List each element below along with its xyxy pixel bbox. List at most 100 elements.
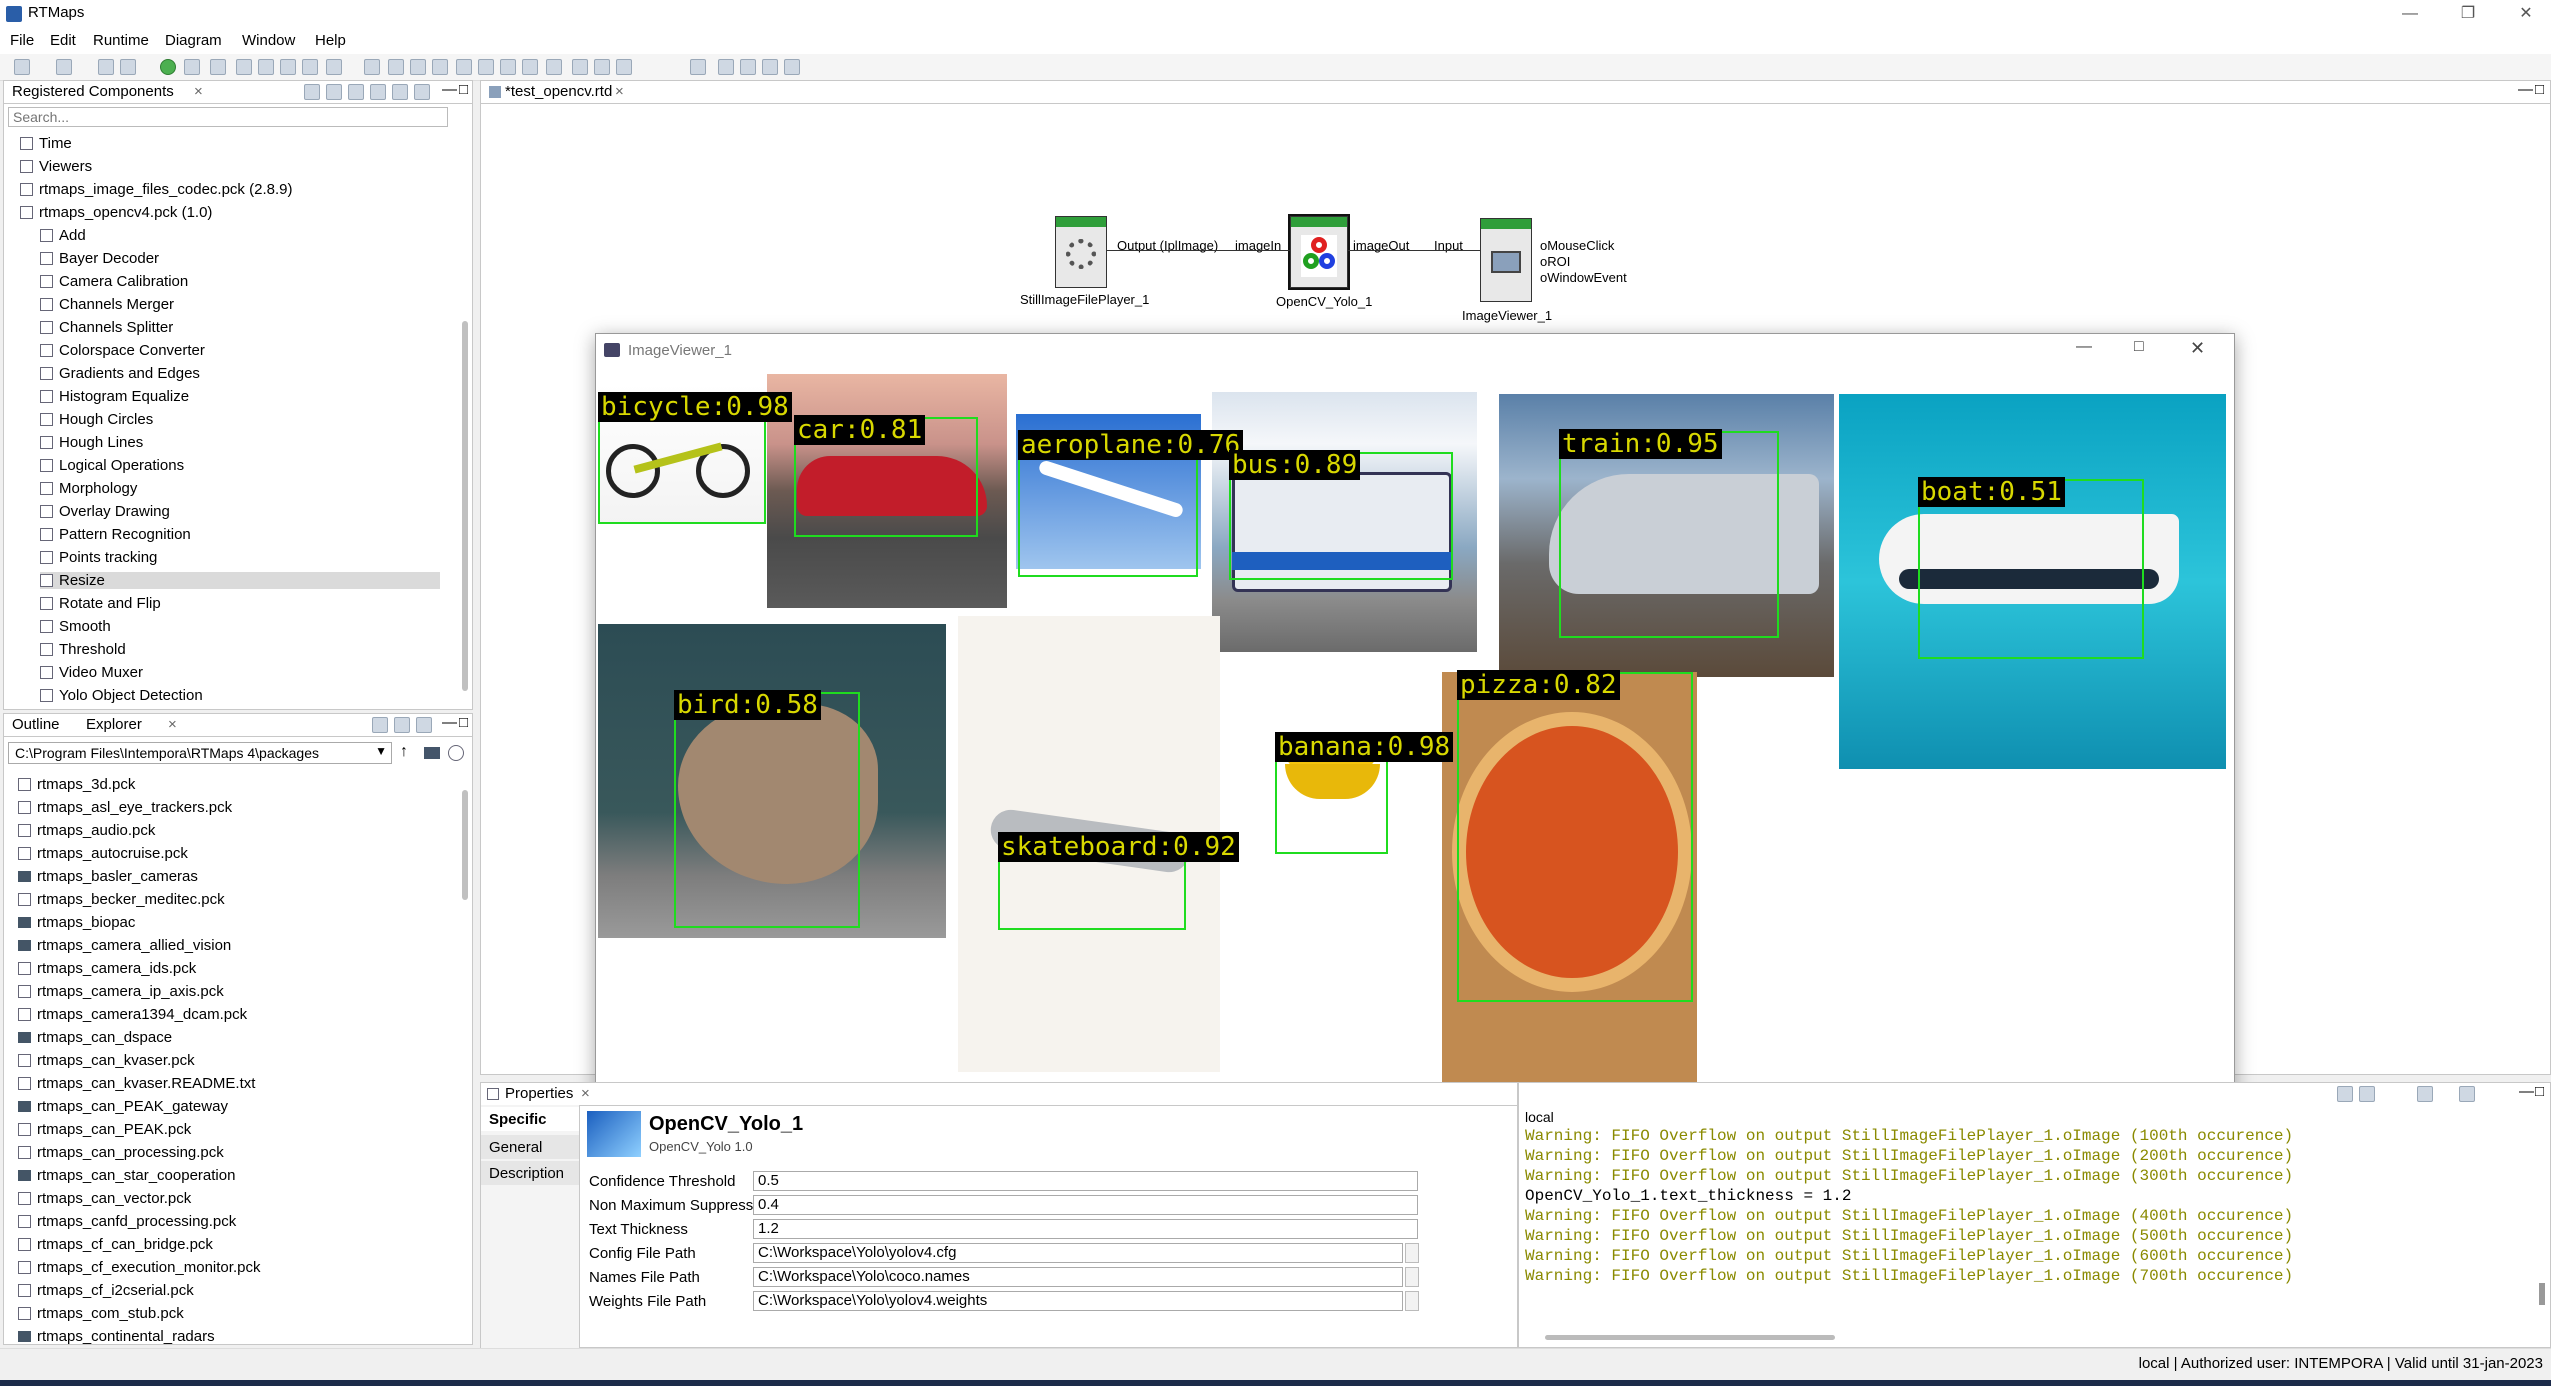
file-item[interactable]: rtmaps_cf_can_bridge.pck bbox=[18, 1236, 213, 1253]
maximize-panel-icon[interactable]: □ bbox=[459, 81, 468, 98]
display-icon[interactable] bbox=[478, 59, 494, 75]
file-item[interactable]: rtmaps_asl_eye_trackers.pck bbox=[18, 799, 232, 816]
scroll-lock-icon[interactable] bbox=[2359, 1086, 2375, 1102]
zoom-in-icon[interactable] bbox=[594, 59, 610, 75]
close-tab-icon[interactable]: × bbox=[615, 83, 624, 100]
viewer-output-windowevent[interactable]: oWindowEvent bbox=[1540, 270, 1627, 285]
component-item[interactable]: Hough Lines bbox=[40, 434, 143, 451]
select-icon[interactable] bbox=[388, 59, 404, 75]
file-item[interactable]: rtmaps_becker_meditec.pck bbox=[18, 891, 225, 908]
settings-icon[interactable] bbox=[414, 84, 430, 100]
file-item[interactable]: rtmaps_can_PEAK_gateway bbox=[18, 1098, 228, 1115]
component-item[interactable]: Rotate and Flip bbox=[40, 595, 161, 612]
run-icon[interactable] bbox=[160, 59, 176, 75]
dropdown-icon[interactable] bbox=[690, 59, 706, 75]
sort-icon[interactable] bbox=[304, 84, 320, 100]
connection-line[interactable] bbox=[1107, 250, 1290, 251]
menu-runtime[interactable]: Runtime bbox=[93, 32, 149, 49]
still-image-player-node[interactable] bbox=[1055, 216, 1107, 288]
file-item[interactable]: rtmaps_basler_cameras bbox=[18, 868, 198, 885]
paste-icon[interactable] bbox=[740, 59, 756, 75]
component-item[interactable]: Channels Merger bbox=[40, 296, 174, 313]
back-icon[interactable] bbox=[236, 59, 252, 75]
filter-icon[interactable] bbox=[326, 84, 342, 100]
search-input[interactable] bbox=[8, 107, 448, 127]
minimize-panel-icon[interactable]: — bbox=[442, 81, 457, 98]
maximize-panel-icon[interactable]: □ bbox=[2535, 1083, 2544, 1100]
rewind-icon[interactable] bbox=[184, 59, 200, 75]
file-item[interactable]: rtmaps_3d.pck bbox=[18, 776, 135, 793]
browse-button[interactable] bbox=[1405, 1291, 1419, 1311]
component-item[interactable]: Smooth bbox=[40, 618, 111, 635]
maximize-panel-icon[interactable]: □ bbox=[2535, 81, 2544, 98]
component-item[interactable]: Points tracking bbox=[40, 549, 157, 566]
tab-general[interactable]: General bbox=[481, 1135, 579, 1159]
property-value-field[interactable]: C:\Workspace\Yolo\yolov4.weights bbox=[753, 1291, 1403, 1311]
file-item[interactable]: rtmaps_camera_ids.pck bbox=[18, 960, 196, 977]
file-item[interactable]: rtmaps_can_processing.pck bbox=[18, 1144, 224, 1161]
menu-edit[interactable]: Edit bbox=[50, 32, 76, 49]
component-item[interactable]: Morphology bbox=[40, 480, 137, 497]
file-item[interactable]: rtmaps_com_stub.pck bbox=[18, 1305, 184, 1322]
browse-button[interactable] bbox=[1405, 1267, 1419, 1287]
sort-reverse-icon[interactable] bbox=[394, 717, 410, 733]
maximize-panel-icon[interactable]: □ bbox=[459, 714, 468, 731]
file-item[interactable]: rtmaps_can_kvaser.README.txt bbox=[18, 1075, 255, 1092]
up-arrow-icon[interactable]: ↑ bbox=[400, 743, 408, 761]
connection-line[interactable] bbox=[1348, 250, 1480, 251]
tree-icon[interactable] bbox=[392, 84, 408, 100]
opencv-yolo-node[interactable] bbox=[1288, 214, 1350, 290]
file-item[interactable]: rtmaps_autocruise.pck bbox=[18, 845, 188, 862]
image-viewer-node[interactable] bbox=[1480, 218, 1532, 302]
file-item[interactable]: rtmaps_cf_i2cserial.pck bbox=[18, 1282, 194, 1299]
close-icon[interactable]: ✕ bbox=[2506, 2, 2546, 26]
file-item[interactable]: rtmaps_audio.pck bbox=[18, 822, 155, 839]
new-icon[interactable] bbox=[14, 59, 30, 75]
file-item[interactable]: rtmaps_camera1394_dcam.pck bbox=[18, 1006, 247, 1023]
component-item[interactable]: Viewers bbox=[20, 158, 92, 175]
save-icon[interactable] bbox=[98, 59, 114, 75]
file-item[interactable]: rtmaps_can_dspace bbox=[18, 1029, 172, 1046]
component-item[interactable]: Histogram Equalize bbox=[40, 388, 189, 405]
menu-diagram[interactable]: Diagram bbox=[165, 32, 222, 49]
property-value-field[interactable]: C:\Workspace\Yolo\coco.names bbox=[753, 1267, 1403, 1287]
file-item[interactable]: rtmaps_camera_ip_axis.pck bbox=[18, 983, 224, 1000]
grid-icon[interactable] bbox=[546, 59, 562, 75]
minimize-icon[interactable]: — bbox=[2390, 2, 2430, 26]
file-item[interactable]: rtmaps_canfd_processing.pck bbox=[18, 1213, 236, 1230]
component-item[interactable]: Overlay Drawing bbox=[40, 503, 170, 520]
property-value-field[interactable]: 1.2 bbox=[753, 1219, 1418, 1239]
open-icon[interactable] bbox=[56, 59, 72, 75]
component-item[interactable]: Pattern Recognition bbox=[40, 526, 191, 543]
horizontal-scrollbar[interactable] bbox=[1545, 1335, 1835, 1340]
refresh-icon[interactable] bbox=[784, 59, 800, 75]
registered-components-tab[interactable]: Registered Components × — □ bbox=[4, 81, 472, 104]
open-console-icon[interactable] bbox=[2459, 1086, 2475, 1102]
component-item[interactable]: Time bbox=[20, 135, 72, 152]
file-item[interactable]: rtmaps_can_star_cooperation bbox=[18, 1167, 235, 1184]
file-item[interactable]: rtmaps_can_vector.pck bbox=[18, 1190, 191, 1207]
menu-window[interactable]: Window bbox=[242, 32, 295, 49]
component-item[interactable]: Video Muxer bbox=[40, 664, 143, 681]
pause-icon[interactable] bbox=[258, 59, 274, 75]
menu-file[interactable]: File bbox=[10, 32, 34, 49]
component-item[interactable]: Gradients and Edges bbox=[40, 365, 200, 382]
viewer-minimize-icon[interactable]: — bbox=[2076, 338, 2092, 356]
play-icon[interactable] bbox=[280, 59, 296, 75]
pin-icon[interactable] bbox=[2417, 1086, 2433, 1102]
component-item[interactable]: Channels Splitter bbox=[40, 319, 173, 336]
expand-icon[interactable] bbox=[370, 84, 386, 100]
property-value-field[interactable]: 0.4 bbox=[753, 1195, 1418, 1215]
circle-icon[interactable] bbox=[522, 59, 538, 75]
viewer-output-mouseclick[interactable]: oMouseClick bbox=[1540, 238, 1614, 253]
component-item[interactable]: Resize bbox=[40, 572, 440, 589]
marquee-icon[interactable] bbox=[410, 59, 426, 75]
collapse-icon[interactable] bbox=[348, 84, 364, 100]
record-icon[interactable] bbox=[456, 59, 472, 75]
component-item[interactable]: Logical Operations bbox=[40, 457, 184, 474]
component-item[interactable]: Yolo Object Detection bbox=[40, 687, 203, 704]
properties-tab[interactable]: Properties × bbox=[481, 1083, 1517, 1106]
copy-icon[interactable] bbox=[718, 59, 734, 75]
minimize-panel-icon[interactable]: — bbox=[442, 714, 457, 731]
sort-icon[interactable] bbox=[372, 717, 388, 733]
